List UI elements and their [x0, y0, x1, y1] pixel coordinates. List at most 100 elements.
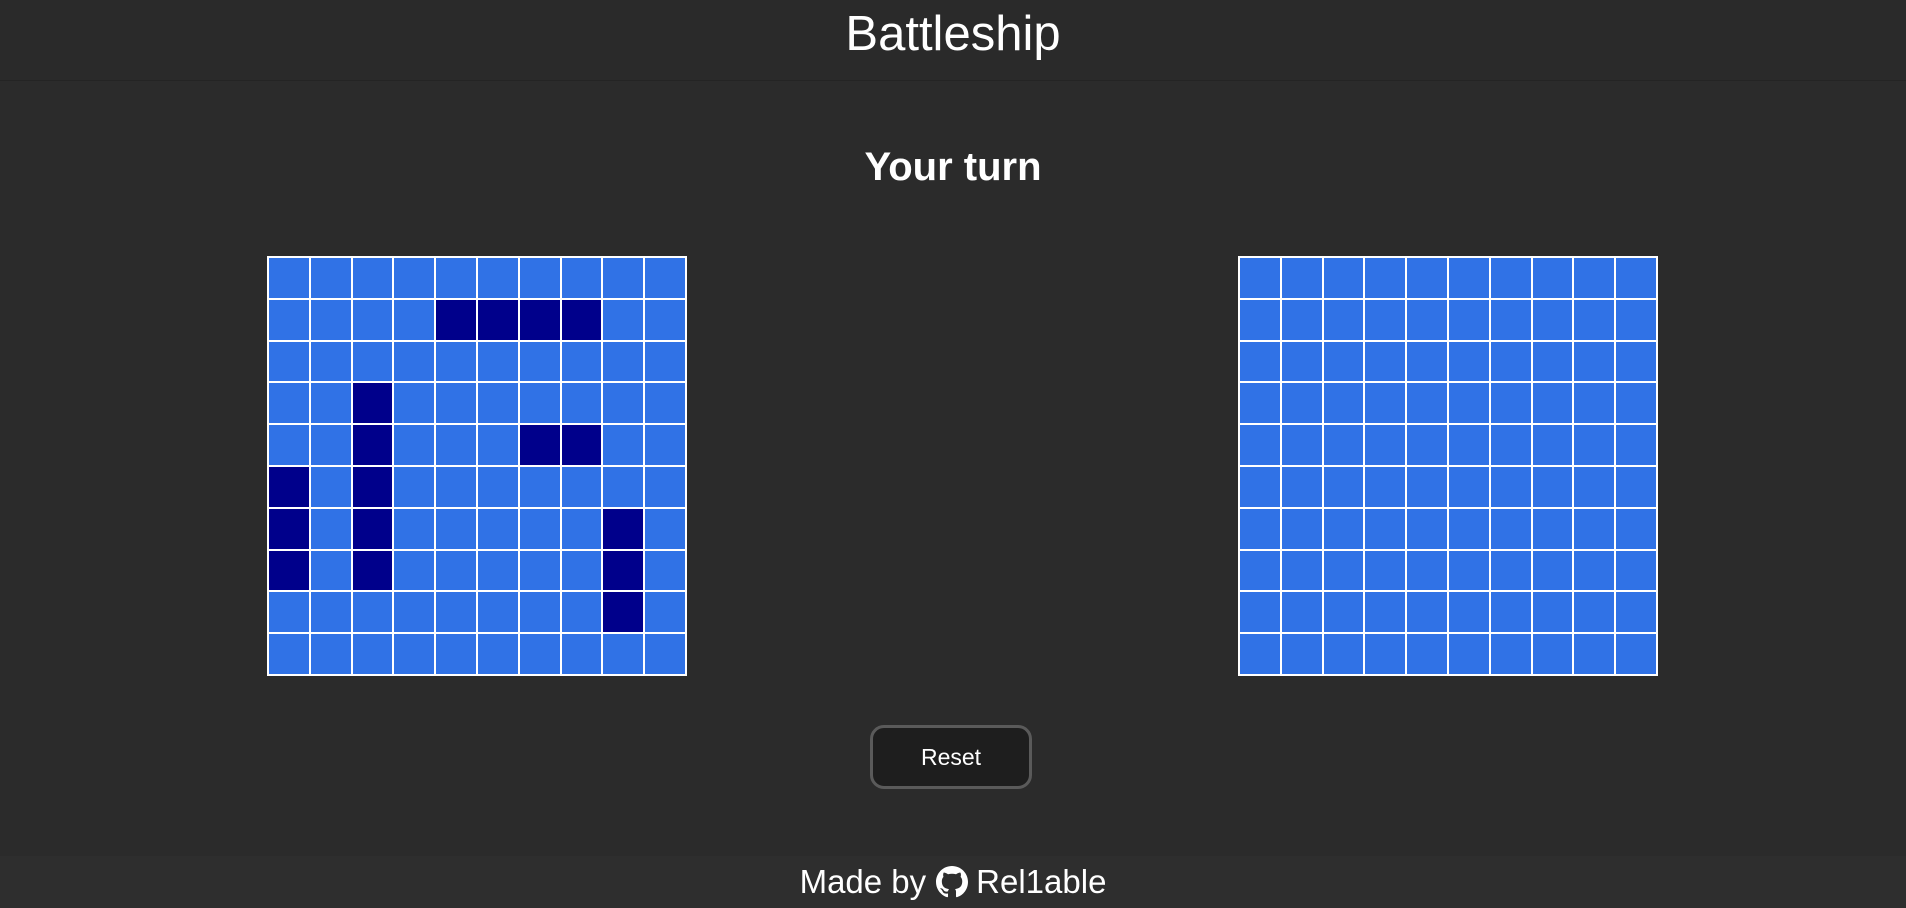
water-cell[interactable]: [1489, 633, 1532, 675]
water-cell[interactable]: [1531, 382, 1574, 425]
water-cell[interactable]: [1615, 382, 1657, 425]
water-cell[interactable]: [1573, 633, 1616, 675]
water-cell[interactable]: [1239, 424, 1281, 466]
water-cell[interactable]: [1531, 507, 1574, 550]
water-cell[interactable]: [1280, 257, 1323, 299]
water-cell[interactable]: [1615, 424, 1657, 466]
water-cell[interactable]: [1280, 340, 1323, 383]
water-cell[interactable]: [1322, 382, 1365, 425]
water-cell[interactable]: [1364, 465, 1407, 508]
water-cell[interactable]: [1364, 633, 1407, 675]
water-cell[interactable]: [1280, 633, 1323, 675]
water-cell[interactable]: [1573, 591, 1616, 634]
water-cell[interactable]: [1447, 633, 1490, 675]
water-cell[interactable]: [1531, 549, 1574, 592]
water-cell[interactable]: [1489, 382, 1532, 425]
water-cell[interactable]: [1531, 591, 1574, 634]
water-cell[interactable]: [1239, 549, 1281, 592]
water-cell[interactable]: [1280, 591, 1323, 634]
water-cell[interactable]: [1239, 633, 1281, 675]
water-cell[interactable]: [1406, 382, 1448, 425]
water-cell[interactable]: [1615, 633, 1657, 675]
water-cell[interactable]: [1447, 340, 1490, 383]
water-cell[interactable]: [1531, 465, 1574, 508]
water-cell[interactable]: [1322, 340, 1365, 383]
water-cell[interactable]: [1280, 424, 1323, 466]
water-cell[interactable]: [1531, 633, 1574, 675]
water-cell[interactable]: [1573, 424, 1616, 466]
water-cell[interactable]: [1489, 298, 1532, 341]
water-cell[interactable]: [1406, 507, 1448, 550]
water-cell[interactable]: [1447, 424, 1490, 466]
water-cell[interactable]: [1239, 591, 1281, 634]
water-cell[interactable]: [1531, 298, 1574, 341]
water-cell[interactable]: [1322, 298, 1365, 341]
water-cell[interactable]: [1322, 257, 1365, 299]
water-cell[interactable]: [1280, 549, 1323, 592]
water-cell[interactable]: [1239, 340, 1281, 383]
water-cell[interactable]: [1239, 507, 1281, 550]
water-cell[interactable]: [1322, 549, 1365, 592]
water-cell[interactable]: [1364, 257, 1407, 299]
water-cell[interactable]: [1489, 424, 1532, 466]
water-cell[interactable]: [1406, 633, 1448, 675]
water-cell[interactable]: [1573, 465, 1616, 508]
water-cell[interactable]: [1489, 465, 1532, 508]
water-cell[interactable]: [1447, 507, 1490, 550]
water-cell[interactable]: [1406, 591, 1448, 634]
water-cell[interactable]: [1531, 257, 1574, 299]
water-cell[interactable]: [1239, 257, 1281, 299]
water-cell[interactable]: [1364, 298, 1407, 341]
water-cell[interactable]: [1531, 340, 1574, 383]
water-cell[interactable]: [1322, 507, 1365, 550]
water-cell[interactable]: [1280, 298, 1323, 341]
water-cell[interactable]: [1322, 424, 1365, 466]
reset-button[interactable]: Reset: [870, 725, 1032, 789]
water-cell[interactable]: [1573, 507, 1616, 550]
water-cell[interactable]: [1406, 465, 1448, 508]
water-cell[interactable]: [1615, 257, 1657, 299]
water-cell[interactable]: [1364, 340, 1407, 383]
water-cell[interactable]: [1280, 507, 1323, 550]
water-cell[interactable]: [1406, 340, 1448, 383]
water-cell[interactable]: [1447, 549, 1490, 592]
water-cell[interactable]: [1489, 340, 1532, 383]
water-cell[interactable]: [1615, 465, 1657, 508]
water-cell[interactable]: [1447, 298, 1490, 341]
water-cell[interactable]: [1489, 507, 1532, 550]
water-cell[interactable]: [1615, 591, 1657, 634]
water-cell[interactable]: [1615, 298, 1657, 341]
water-cell[interactable]: [1280, 382, 1323, 425]
water-cell[interactable]: [1573, 257, 1616, 299]
water-cell[interactable]: [1489, 549, 1532, 592]
water-cell[interactable]: [1615, 340, 1657, 383]
water-cell[interactable]: [1447, 465, 1490, 508]
water-cell[interactable]: [1406, 424, 1448, 466]
author-link[interactable]: Rel1able: [936, 863, 1106, 901]
water-cell[interactable]: [1364, 424, 1407, 466]
water-cell[interactable]: [1406, 298, 1448, 341]
water-cell[interactable]: [1447, 591, 1490, 634]
water-cell[interactable]: [1364, 591, 1407, 634]
water-cell[interactable]: [1406, 549, 1448, 592]
water-cell[interactable]: [1489, 257, 1532, 299]
water-cell[interactable]: [1322, 465, 1365, 508]
water-cell[interactable]: [1573, 340, 1616, 383]
water-cell[interactable]: [1322, 633, 1365, 675]
water-cell[interactable]: [1447, 257, 1490, 299]
water-cell[interactable]: [1364, 507, 1407, 550]
water-cell[interactable]: [1322, 591, 1365, 634]
water-cell[interactable]: [1364, 549, 1407, 592]
water-cell[interactable]: [1573, 298, 1616, 341]
enemy-board[interactable]: [1238, 256, 1658, 676]
water-cell[interactable]: [1573, 549, 1616, 592]
water-cell[interactable]: [1364, 382, 1407, 425]
water-cell[interactable]: [1406, 257, 1448, 299]
water-cell[interactable]: [1615, 507, 1657, 550]
water-cell[interactable]: [1280, 465, 1323, 508]
water-cell[interactable]: [1489, 591, 1532, 634]
water-cell[interactable]: [1239, 382, 1281, 425]
water-cell[interactable]: [1615, 549, 1657, 592]
water-cell[interactable]: [1239, 465, 1281, 508]
water-cell[interactable]: [1447, 382, 1490, 425]
